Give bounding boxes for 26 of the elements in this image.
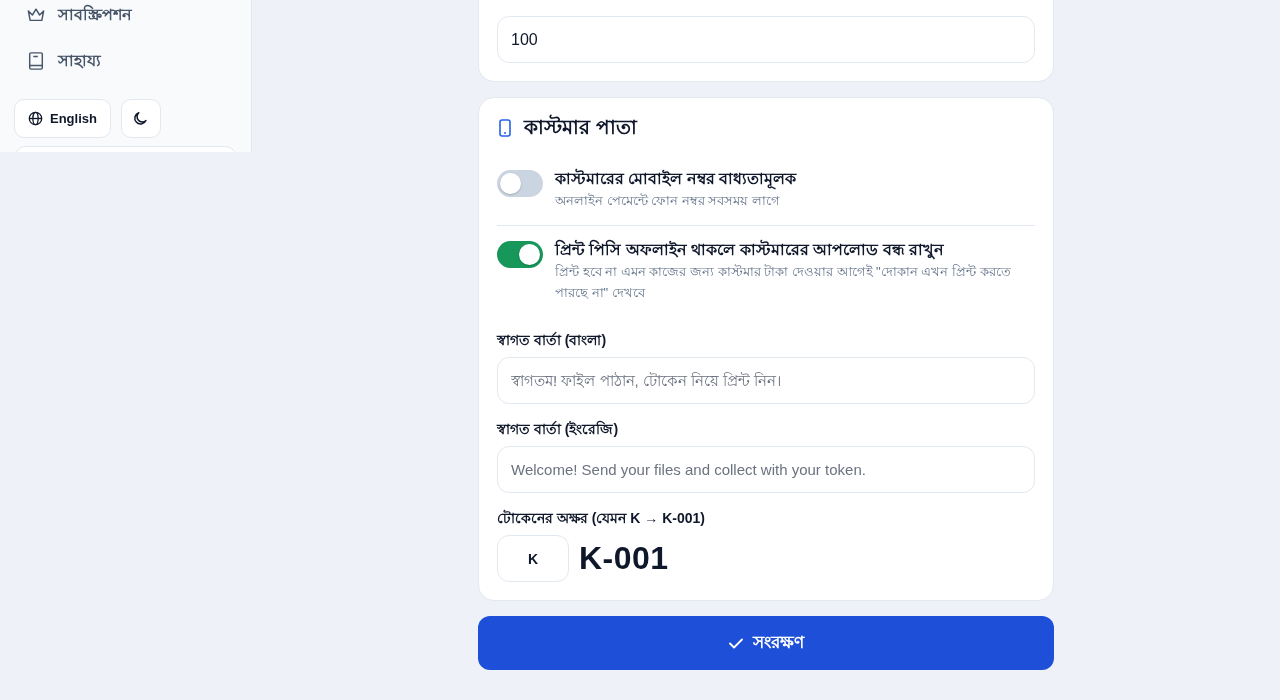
token-letter-input[interactable]: K: [497, 535, 569, 582]
theme-toggle-button[interactable]: [120, 99, 161, 138]
sidebar-item[interactable]: সাবস্ক্রিপশন: [0, 0, 251, 38]
field-label: স্বাগত বার্তা (বাংলা): [497, 331, 608, 349]
globe-icon: [28, 111, 43, 126]
text-input[interactable]: Welcome! Send your files and collect with your token.: [497, 446, 1035, 493]
toggle-description: প্রিন্ট হবে না এমন কাজের জন্য কাস্টমার টাকা দেওয়ার আগেই "দোকান এখন প্রিন্ট করতে পারছে না" দেখবে: [555, 263, 1012, 302]
toggle-label: প্রিন্ট পিসি অফলাইন থাকলে কাস্টমারের আপলোড বন্ধ রাখুন: [555, 239, 946, 261]
crown-icon: [27, 6, 45, 24]
token-preview: K-001: [579, 540, 669, 577]
moon-icon: [133, 111, 149, 126]
language-button[interactable]: English: [14, 99, 111, 138]
save-button[interactable]: সংরক্ষণ: [478, 616, 1054, 670]
sidebar-item[interactable]: সাহায্য: [0, 38, 251, 84]
toggle-description: অনলাইন পেমেন্টে ফোন নম্বর সবসময় লাগে: [555, 192, 782, 210]
text-input[interactable]: স্বাগতম! ফাইল পাঠান, টোকেন নিয়ে প্রিন্ট নিন।: [497, 357, 1035, 404]
field-label: স্বাগত বার্তা (ইংরেজি): [497, 420, 620, 438]
field-label: টোকেনের অক্ষর (যেমন K → K-001): [497, 509, 706, 527]
toggle-label: কাস্টমারের মোবাইল নম্বর বাধ্যতামূলক: [555, 168, 797, 190]
section-title: কাস্টমার পাতা: [524, 113, 637, 140]
toggle-switch[interactable]: [497, 170, 543, 197]
phone-icon: [499, 119, 511, 137]
number-input[interactable]: 100: [497, 16, 1035, 63]
toggle-switch[interactable]: [497, 241, 543, 268]
book-icon: [27, 52, 45, 70]
check-icon: [728, 637, 743, 649]
